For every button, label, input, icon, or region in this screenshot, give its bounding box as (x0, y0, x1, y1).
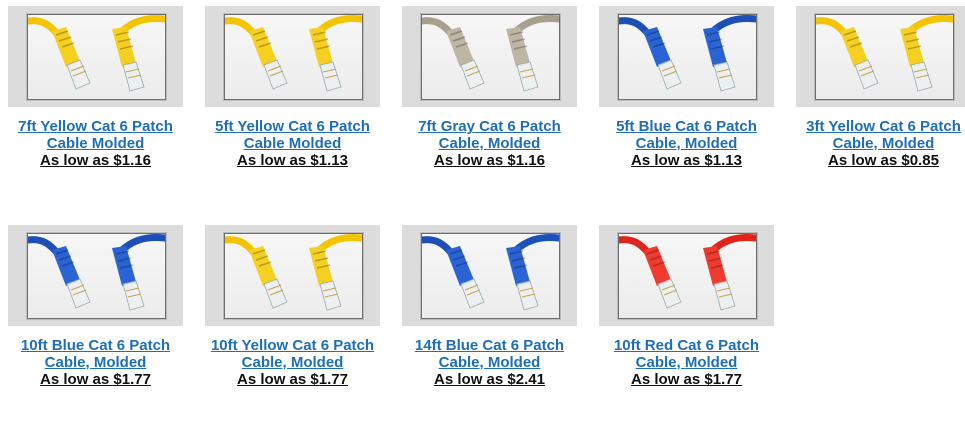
product-price: As low as $1.13 (631, 152, 742, 169)
product-price: As low as $1.77 (631, 371, 742, 388)
product-price: As low as $0.85 (828, 152, 939, 169)
product-card: 10ft Blue Cat 6 Patch Cable, Molded As l… (8, 225, 183, 388)
product-image-link[interactable] (599, 225, 774, 326)
blue-patch-cable-image (619, 15, 756, 92)
product-card: 5ft Yellow Cat 6 Patch Cable Molded As l… (205, 6, 380, 169)
blue-patch-cable-image (422, 234, 559, 311)
gray-patch-cable-image (422, 15, 559, 92)
product-price: As low as $2.41 (434, 371, 545, 388)
product-title-link[interactable]: 7ft Yellow Cat 6 Patch Cable Molded (8, 118, 183, 152)
product-card: 7ft Yellow Cat 6 Patch Cable Molded As l… (8, 6, 183, 169)
product-price: As low as $1.16 (40, 152, 151, 169)
product-price: As low as $1.77 (237, 371, 348, 388)
product-image-link[interactable] (205, 225, 380, 326)
yellow-patch-cable-image (225, 15, 362, 92)
product-price: As low as $1.77 (40, 371, 151, 388)
product-title-link[interactable]: 5ft Yellow Cat 6 Patch Cable Molded (205, 118, 380, 152)
product-title-link[interactable]: 5ft Blue Cat 6 Patch Cable, Molded (599, 118, 774, 152)
product-price: As low as $1.13 (237, 152, 348, 169)
product-title-link[interactable]: 3ft Yellow Cat 6 Patch Cable, Molded (796, 118, 965, 152)
yellow-patch-cable-image (28, 15, 165, 92)
yellow-patch-cable-image (816, 15, 953, 92)
product-price: As low as $1.16 (434, 152, 545, 169)
product-image-link[interactable] (8, 6, 183, 107)
blue-patch-cable-image (28, 234, 165, 311)
red-patch-cable-image (619, 234, 756, 311)
product-image-link[interactable] (796, 6, 965, 107)
product-title-link[interactable]: 7ft Gray Cat 6 Patch Cable, Molded (402, 118, 577, 152)
product-title-link[interactable]: 10ft Blue Cat 6 Patch Cable, Molded (8, 337, 183, 371)
product-title-link[interactable]: 14ft Blue Cat 6 Patch Cable, Molded (402, 337, 577, 371)
product-card: 10ft Red Cat 6 Patch Cable, Molded As lo… (599, 225, 774, 388)
product-card: 10ft Yellow Cat 6 Patch Cable, Molded As… (205, 225, 380, 388)
product-card: 7ft Gray Cat 6 Patch Cable, Molded As lo… (402, 6, 577, 169)
product-image-link[interactable] (205, 6, 380, 107)
product-card: 14ft Blue Cat 6 Patch Cable, Molded As l… (402, 225, 577, 388)
product-image-link[interactable] (599, 6, 774, 107)
product-card: 3ft Yellow Cat 6 Patch Cable, Molded As … (796, 6, 965, 169)
product-image-link[interactable] (8, 225, 183, 326)
product-image-link[interactable] (402, 6, 577, 107)
yellow-patch-cable-image (225, 234, 362, 311)
product-card: 5ft Blue Cat 6 Patch Cable, Molded As lo… (599, 6, 774, 169)
product-title-link[interactable]: 10ft Red Cat 6 Patch Cable, Molded (599, 337, 774, 371)
product-title-link[interactable]: 10ft Yellow Cat 6 Patch Cable, Molded (205, 337, 380, 371)
product-image-link[interactable] (402, 225, 577, 326)
